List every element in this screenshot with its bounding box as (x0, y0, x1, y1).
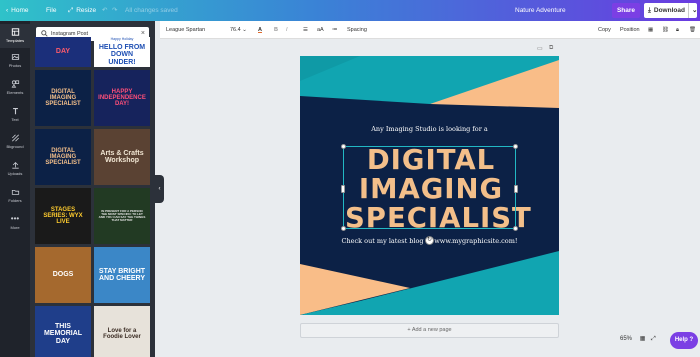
resize-handle[interactable] (341, 226, 346, 231)
template-thumbnail-label: IN PRESENT FOR A PERSON THE MOST SPECIFI… (98, 208, 146, 223)
download-button[interactable]: ⤓ Download ⌄ (644, 3, 697, 18)
template-thumbnail[interactable]: STAGES SERIES: WYX LIVE (35, 188, 91, 244)
template-thumbnail[interactable]: Arts & Crafts Workshop (94, 129, 150, 185)
transparency-icon[interactable]: ▦ (648, 21, 653, 39)
grid-view-icon[interactable]: ▦ (640, 336, 646, 342)
zoom-controls: 65% ▦ ⤢ (620, 335, 656, 343)
template-thumbnail[interactable]: DAY (35, 37, 91, 67)
chevron-down-icon[interactable]: ⌄ (687, 3, 697, 18)
page-note-icon[interactable]: ▭ (537, 45, 543, 52)
duplicate-page-icon[interactable]: ⧉ (549, 45, 553, 52)
list-icon[interactable]: ≔ (332, 21, 338, 39)
template-thumbnail-label: HELLO FROM DOWN UNDER! (98, 43, 146, 66)
templates-panel: Instagram Post × DAY Happy Holiday HELLO F… (30, 21, 155, 357)
template-thumbnail-label: DAY (55, 48, 71, 56)
more-dots-icon: ••• (10, 214, 20, 223)
rail-more[interactable]: ••• More (0, 214, 30, 231)
rail-elements[interactable]: Elements (0, 80, 30, 95)
search-icon (41, 30, 48, 37)
align-center-icon[interactable]: ☰ (303, 21, 308, 39)
collapse-panel-button[interactable]: ‹ (155, 175, 164, 203)
templates-icon (11, 28, 19, 36)
template-thumbnail-sub: Happy Holiday (110, 37, 134, 42)
template-thumbnail-label: DIGITAL IMAGING SPECIALIST (45, 88, 81, 108)
lock-icon[interactable]: 🔒︎ (676, 21, 679, 39)
font-size-dropdown[interactable]: 76.4 ⌄ (230, 21, 252, 39)
rail-background[interactable]: Bkground (0, 134, 30, 149)
template-thumbnail[interactable]: Happy Holiday HELLO FROM DOWN UNDER! (94, 37, 150, 67)
text-icon (12, 108, 18, 115)
template-thumbnail-label: Love for a Foodie Lover (103, 327, 141, 340)
template-thumbnail[interactable]: THIS MEMORIAL DAY (35, 306, 91, 357)
folder-icon (11, 190, 19, 195)
help-button[interactable]: Help ? (670, 332, 698, 349)
zoom-level[interactable]: 65% (620, 336, 632, 342)
background-icon (11, 134, 19, 142)
document-title[interactable]: Nature Adventure (515, 0, 566, 21)
template-thumbnail[interactable]: HAPPY INDEPENDENCE DAY! (94, 70, 150, 126)
undo-icon[interactable]: ↶ (102, 0, 107, 21)
rail-folders[interactable]: Folders (0, 188, 30, 203)
text-color-button[interactable]: A (258, 21, 262, 39)
editor-toolbar: League Spartan 76.4 ⌄ A B I ☰ aA ≔ Spaci… (160, 21, 700, 39)
selection-box (343, 146, 516, 229)
resize-button[interactable]: ⤢ Resize (68, 0, 96, 21)
top-bar: ‹ Home File ⤢ Resize ↶ ↷ All changes sav… (0, 0, 700, 21)
link-icon[interactable]: ⛓ (662, 21, 669, 39)
template-thumbnail[interactable]: DIGITAL IMAGING SPECIALIST (35, 129, 91, 185)
chevron-left-icon: ‹ (6, 7, 9, 14)
copy-button[interactable]: Copy (598, 21, 611, 39)
position-button[interactable]: Position (620, 21, 640, 39)
photos-icon (11, 54, 19, 60)
delete-icon[interactable]: 🗑︎ (689, 21, 696, 39)
elements-icon (11, 80, 19, 88)
redo-icon[interactable]: ↷ (112, 0, 117, 21)
resize-icon: ⤢ (68, 7, 74, 14)
resize-handle[interactable] (341, 144, 346, 149)
template-thumbnail-label: STAY BRIGHT AND CHEERY (98, 267, 146, 282)
template-thumbnail[interactable]: DOGS (35, 247, 91, 303)
resize-handle[interactable] (514, 185, 518, 193)
template-thumbnail[interactable]: STAY BRIGHT AND CHEERY (94, 247, 150, 303)
template-thumbnail-label: THIS MEMORIAL DAY (43, 322, 83, 345)
intro-text[interactable]: Any Imaging Studio is looking for a (300, 125, 559, 133)
left-rail: Templates Photos Elements Text Bkground … (0, 21, 30, 357)
template-thumbnail-label: DIGITAL IMAGING SPECIALIST (45, 147, 81, 167)
rail-templates[interactable]: Templates (0, 24, 30, 48)
font-family-dropdown[interactable]: League Spartan (166, 21, 221, 39)
template-thumbnail[interactable]: DIGITAL IMAGING SPECIALIST (35, 70, 91, 126)
rail-text[interactable]: Text (0, 107, 30, 122)
bold-button[interactable]: B (274, 21, 278, 39)
download-icon: ⤓ (648, 7, 651, 14)
resize-handle[interactable] (341, 185, 345, 193)
rail-uploads[interactable]: Uploads (0, 161, 30, 176)
saved-status: All changes saved (125, 7, 178, 14)
template-thumbnail[interactable]: IN PRESENT FOR A PERSON THE MOST SPECIFI… (94, 188, 150, 244)
share-button[interactable]: Share (612, 3, 640, 18)
upload-icon (11, 162, 19, 169)
fullscreen-icon[interactable]: ⤢ (651, 336, 656, 342)
case-button[interactable]: aA (317, 21, 324, 39)
file-menu[interactable]: File (46, 0, 56, 21)
italic-button[interactable]: I (286, 21, 288, 39)
template-thumbnail-label: HAPPY INDEPENDENCE DAY! (98, 88, 146, 108)
template-thumbnail-label: Arts & Crafts Workshop (100, 149, 144, 164)
chevron-down-icon: ⌄ (242, 27, 247, 33)
spacing-button[interactable]: Spacing (347, 21, 367, 39)
template-thumbnail-label: DOGS (52, 271, 74, 279)
rail-photos[interactable]: Photos (0, 53, 30, 68)
resize-handle[interactable] (513, 226, 518, 231)
resize-handle[interactable] (513, 144, 518, 149)
add-page-button[interactable]: + Add a new page (300, 323, 559, 338)
home-button[interactable]: ‹ Home (6, 0, 29, 21)
template-thumbnail[interactable]: Love for a Foodie Lover (94, 306, 150, 357)
template-thumbnail-label: STAGES SERIES: WYX LIVE (43, 206, 83, 226)
rotate-icon[interactable]: ↻ (425, 236, 434, 245)
